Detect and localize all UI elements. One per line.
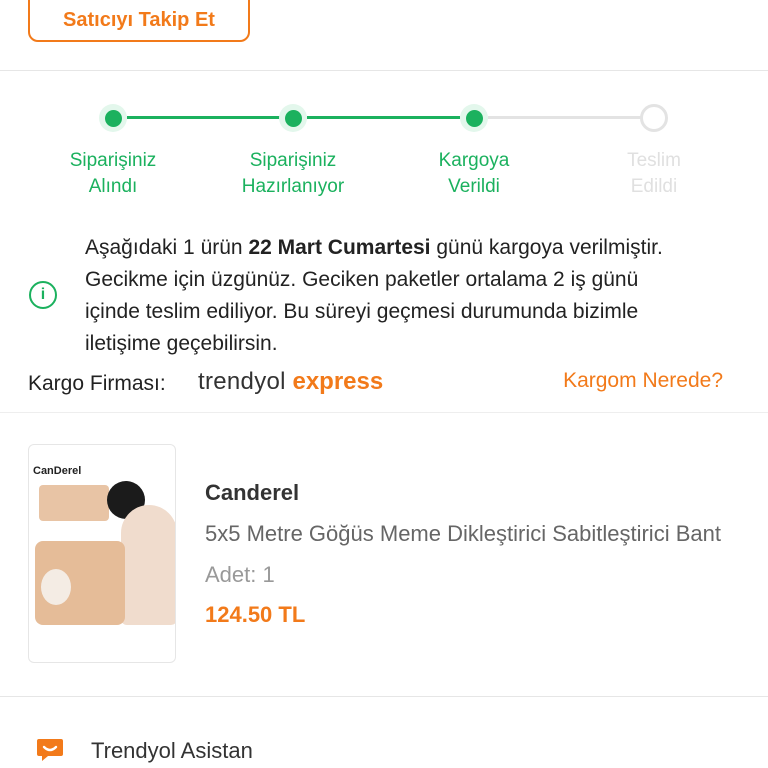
model-graphic bbox=[121, 505, 175, 625]
step-connector bbox=[307, 116, 460, 119]
step-4-dot bbox=[640, 104, 668, 132]
step-3-dot bbox=[460, 104, 488, 132]
product-image-brand: CanDerel bbox=[33, 465, 82, 477]
follow-seller-button[interactable]: Satıcıyı Takip Et bbox=[28, 0, 250, 42]
shipping-delay-message: Aşağıdaki 1 ürün 22 Mart Cumartesi günü … bbox=[85, 236, 663, 355]
tape-roll-graphic bbox=[39, 485, 109, 521]
track-shipment-link[interactable]: Kargom Nerede? bbox=[563, 369, 723, 393]
step-1-dot bbox=[99, 104, 127, 132]
info-circle-icon: i bbox=[29, 281, 57, 309]
cargo-company-label: Kargo Firması: bbox=[28, 372, 166, 395]
divider bbox=[0, 70, 768, 71]
product-name[interactable]: 5x5 Metre Göğüs Meme Dikleştirici Sabitl… bbox=[205, 521, 745, 547]
step-4-label: Teslim Edildi bbox=[627, 150, 681, 197]
step-2-label: Siparişiniz Hazırlanıyor bbox=[241, 150, 345, 197]
divider bbox=[0, 412, 768, 413]
product-brand: Canderel bbox=[205, 480, 300, 505]
product-image[interactable]: CanDerel bbox=[28, 444, 176, 663]
cargo-company-row: Kargo Firması: trendyol express Kargom N… bbox=[28, 368, 728, 402]
step-1-label: Siparişiniz Alındı bbox=[69, 150, 157, 197]
step-connector bbox=[488, 116, 641, 119]
step-2-dot bbox=[279, 104, 307, 132]
trendyol-assistant-link[interactable]: Trendyol Asistan bbox=[91, 738, 253, 764]
step-connector bbox=[127, 116, 280, 119]
product-price: 124.50 TL bbox=[205, 602, 306, 627]
trendyol-express-logo: trendyol express bbox=[198, 368, 384, 395]
product-quantity: Adet: 1 bbox=[205, 562, 275, 587]
order-progress-stepper: Siparişiniz Alındı Siparişiniz Hazırlanıyo… bbox=[0, 96, 768, 206]
step-3-label: Kargoya Verildi bbox=[438, 150, 510, 197]
chat-bubble-icon[interactable] bbox=[36, 737, 64, 763]
divider bbox=[0, 696, 768, 697]
tape-core-graphic bbox=[41, 569, 71, 605]
